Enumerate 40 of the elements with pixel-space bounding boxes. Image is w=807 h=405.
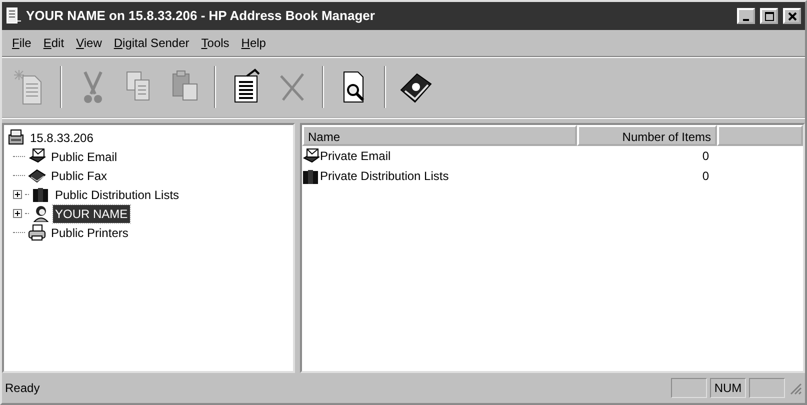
column-header[interactable]: Number of Items (577, 125, 717, 146)
person-icon (32, 205, 50, 222)
tree-item[interactable]: Public Printers (49, 224, 130, 242)
window-title: YOUR NAME on 15.8.33.206 - HP Address Book Manager (26, 7, 376, 26)
item-count: 0 (701, 148, 709, 165)
close-button[interactable] (783, 8, 801, 24)
printer-icon (28, 224, 46, 241)
column-header[interactable]: Name (302, 125, 577, 146)
maximize-button[interactable] (760, 8, 778, 24)
minimize-button[interactable] (737, 8, 755, 24)
status-panel (671, 378, 707, 398)
menu-item[interactable]: Edit (37, 32, 70, 54)
minimize-icon (743, 18, 749, 20)
menu-item[interactable]: Tools (195, 32, 236, 54)
list-item[interactable]: Private Email (320, 147, 391, 165)
envelope-book-icon (28, 148, 46, 165)
menu-item[interactable]: File (6, 32, 38, 54)
status-text: Ready (5, 380, 41, 397)
binders-icon (32, 186, 50, 203)
menu-item[interactable]: Digital Sender (108, 32, 196, 54)
tree-item[interactable]: Public Fax (49, 166, 110, 184)
tree-item[interactable]: 15.8.33.206 (28, 128, 96, 146)
resize-grip-icon (788, 381, 802, 395)
expand-toggle-icon[interactable] (13, 209, 22, 218)
status-panel (749, 378, 785, 398)
app-icon (6, 7, 22, 25)
close-icon (786, 10, 798, 22)
tree-item[interactable]: Public Distribution Lists (53, 186, 182, 204)
book-icon (28, 167, 46, 184)
maximize-icon (764, 10, 774, 22)
binders-icon (302, 168, 320, 184)
item-count: 0 (701, 168, 709, 185)
status-panel: NUM (710, 378, 746, 398)
tree-item[interactable]: YOUR NAME (53, 204, 130, 222)
tree-item[interactable]: Public Email (49, 148, 120, 166)
menu-item[interactable]: View (70, 32, 108, 54)
list-item[interactable]: Private Distribution Lists (320, 167, 449, 185)
expand-toggle-icon[interactable] (13, 190, 22, 199)
menu-item[interactable]: Help (235, 32, 272, 54)
server-icon (7, 129, 25, 146)
